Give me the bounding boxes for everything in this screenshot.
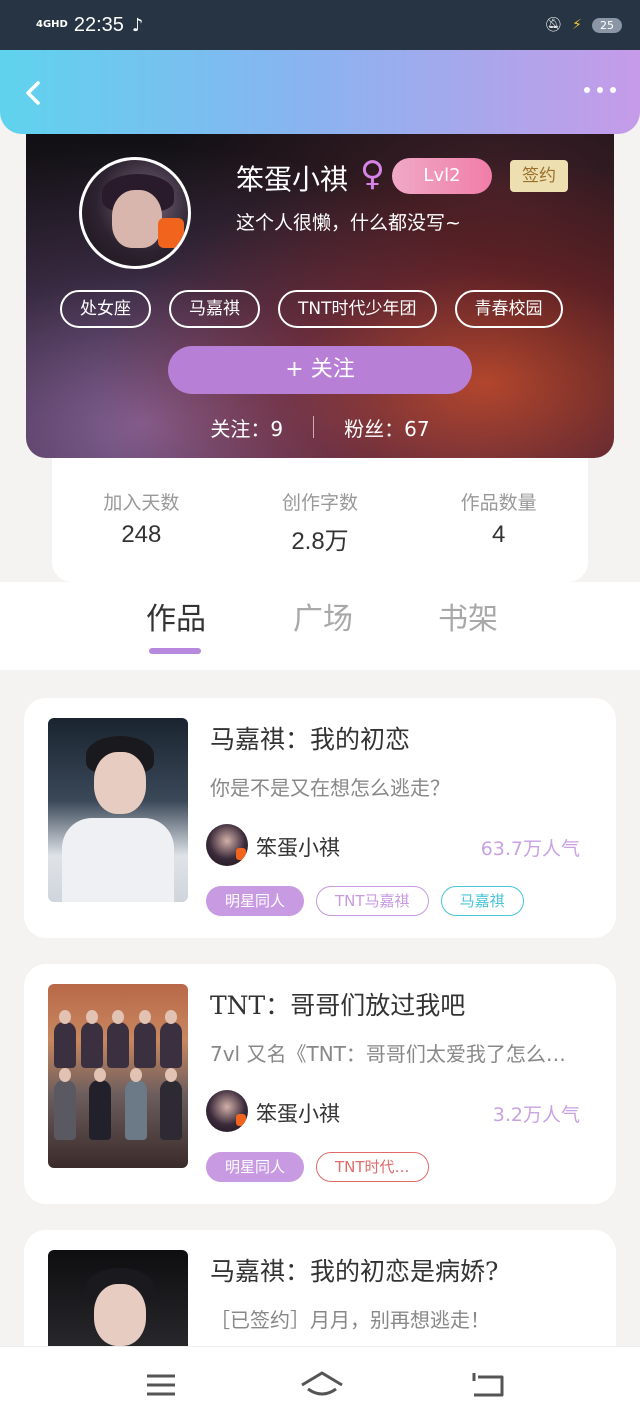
fans-count[interactable]: 粉丝：67 [344, 413, 429, 442]
author-avatar [206, 824, 248, 866]
more-dots-icon [584, 87, 616, 93]
stat-value: 248 [121, 521, 162, 548]
tab-bar: 作品 广场 书架 [0, 582, 640, 670]
stat-value: 2.8万 [291, 528, 349, 555]
back-button[interactable] [18, 78, 48, 108]
status-time: 22:35 [73, 13, 124, 36]
following-count[interactable]: 关注：9 [210, 413, 283, 442]
work-tags: 明星同人 TNT马嘉祺 马嘉祺 [206, 886, 524, 916]
stat-word-count: 创作字数 2.8万 [231, 458, 410, 582]
work-tag[interactable]: 明星同人 [206, 886, 305, 916]
popularity: 63.7万人气 [480, 838, 580, 860]
work-card[interactable]: TNT：哥哥们放过我吧 7vl 又名《TNT：哥哥们太爱我了怎么… 笨蛋小祺 3… [24, 964, 616, 1204]
tab-works[interactable]: 作品 [146, 594, 206, 638]
stat-label: 加入天数 [103, 492, 180, 514]
work-description: 7vl 又名《TNT：哥哥们太爱我了怎么… [210, 1042, 566, 1066]
profile-card: 笨蛋小祺 ♀ Lvl2 签约 这个人很懒，什么都没写~ 处女座 马嘉祺 TNT时… [26, 120, 614, 458]
username: 笨蛋小祺 [236, 163, 349, 196]
bio-text: 这个人很懒，什么都没写~ [236, 212, 461, 234]
work-tag[interactable]: 马嘉祺 [440, 886, 524, 916]
divider [313, 416, 315, 438]
stat-label: 创作字数 [282, 492, 359, 514]
work-description: ［已签约］月月，别再想逃走！ [210, 1308, 490, 1332]
work-title[interactable]: 马嘉祺：我的初恋是病娇? [210, 1252, 498, 1288]
status-icons: 🔕︎ ⚡ 25 [544, 17, 622, 33]
follow-stats: 关注：9 粉丝：67 [26, 410, 614, 444]
chevron-left-icon [26, 81, 40, 105]
author-name: 笨蛋小祺 [256, 1102, 340, 1126]
author-name: 笨蛋小祺 [256, 836, 340, 860]
female-gender-icon: ♀ [360, 154, 385, 194]
menu-icon [147, 1374, 175, 1396]
work-cover[interactable] [48, 718, 188, 902]
tiktok-icon: ♪ [131, 14, 144, 36]
profile-tag[interactable]: 马嘉祺 [169, 290, 260, 328]
tab-square[interactable]: 广场 [293, 594, 353, 638]
nav-home-button[interactable] [300, 1369, 343, 1401]
tab-bookshelf[interactable]: 书架 [438, 594, 498, 638]
stats-box: 加入天数 248 创作字数 2.8万 作品数量 4 [52, 458, 588, 582]
work-cover[interactable] [48, 984, 188, 1168]
stat-label: 作品数量 [460, 492, 537, 514]
level-badge: Lvl2 [392, 158, 492, 194]
signed-badge: 签约 [510, 160, 568, 192]
mute-bell-icon: 🔕︎ [544, 17, 563, 33]
work-title[interactable]: TNT：哥哥们放过我吧 [210, 986, 465, 1022]
work-tag[interactable]: TNT马嘉祺 [316, 886, 429, 916]
work-card[interactable]: 马嘉祺：我的初恋 你是不是又在想怎么逃走？ 笨蛋小祺 63.7万人气 明星同人 … [24, 698, 616, 938]
profile-tag[interactable]: 处女座 [60, 290, 151, 328]
active-tab-indicator [149, 648, 201, 654]
work-tags: 明星同人 TNT时代… [206, 1152, 429, 1182]
more-button[interactable] [582, 78, 618, 108]
work-tag[interactable]: TNT时代… [316, 1152, 429, 1182]
charging-icon: ⚡ [572, 17, 582, 33]
header-bar [0, 50, 640, 134]
home-icon [301, 1371, 343, 1396]
follow-button[interactable]: + 关注 [168, 346, 472, 394]
author-avatar [206, 1090, 248, 1132]
stat-value: 4 [492, 521, 506, 548]
stat-join-days: 加入天数 248 [52, 458, 231, 582]
network-indicator: 4GHD [36, 19, 68, 30]
nav-back-button[interactable] [468, 1369, 508, 1401]
profile-tag[interactable]: 青春校园 [454, 290, 563, 328]
nav-menu-button[interactable] [141, 1369, 181, 1401]
profile-tags: 处女座 马嘉祺 TNT时代少年团 青春校园 [60, 290, 563, 328]
avatar[interactable] [79, 157, 191, 269]
work-tag[interactable]: 明星同人 [206, 1152, 305, 1182]
work-description: 你是不是又在想怎么逃走？ [210, 776, 450, 800]
back-icon [472, 1373, 504, 1397]
stat-works-count: 作品数量 4 [409, 458, 588, 582]
battery-indicator: 25 [592, 17, 622, 33]
profile-tag[interactable]: TNT时代少年团 [278, 290, 437, 328]
work-title[interactable]: 马嘉祺：我的初恋 [210, 720, 410, 756]
popularity: 3.2万人气 [492, 1104, 580, 1126]
system-nav-bar [0, 1346, 640, 1422]
status-bar: 4GHD 22:35 ♪ 🔕︎ ⚡ 25 [0, 0, 640, 50]
